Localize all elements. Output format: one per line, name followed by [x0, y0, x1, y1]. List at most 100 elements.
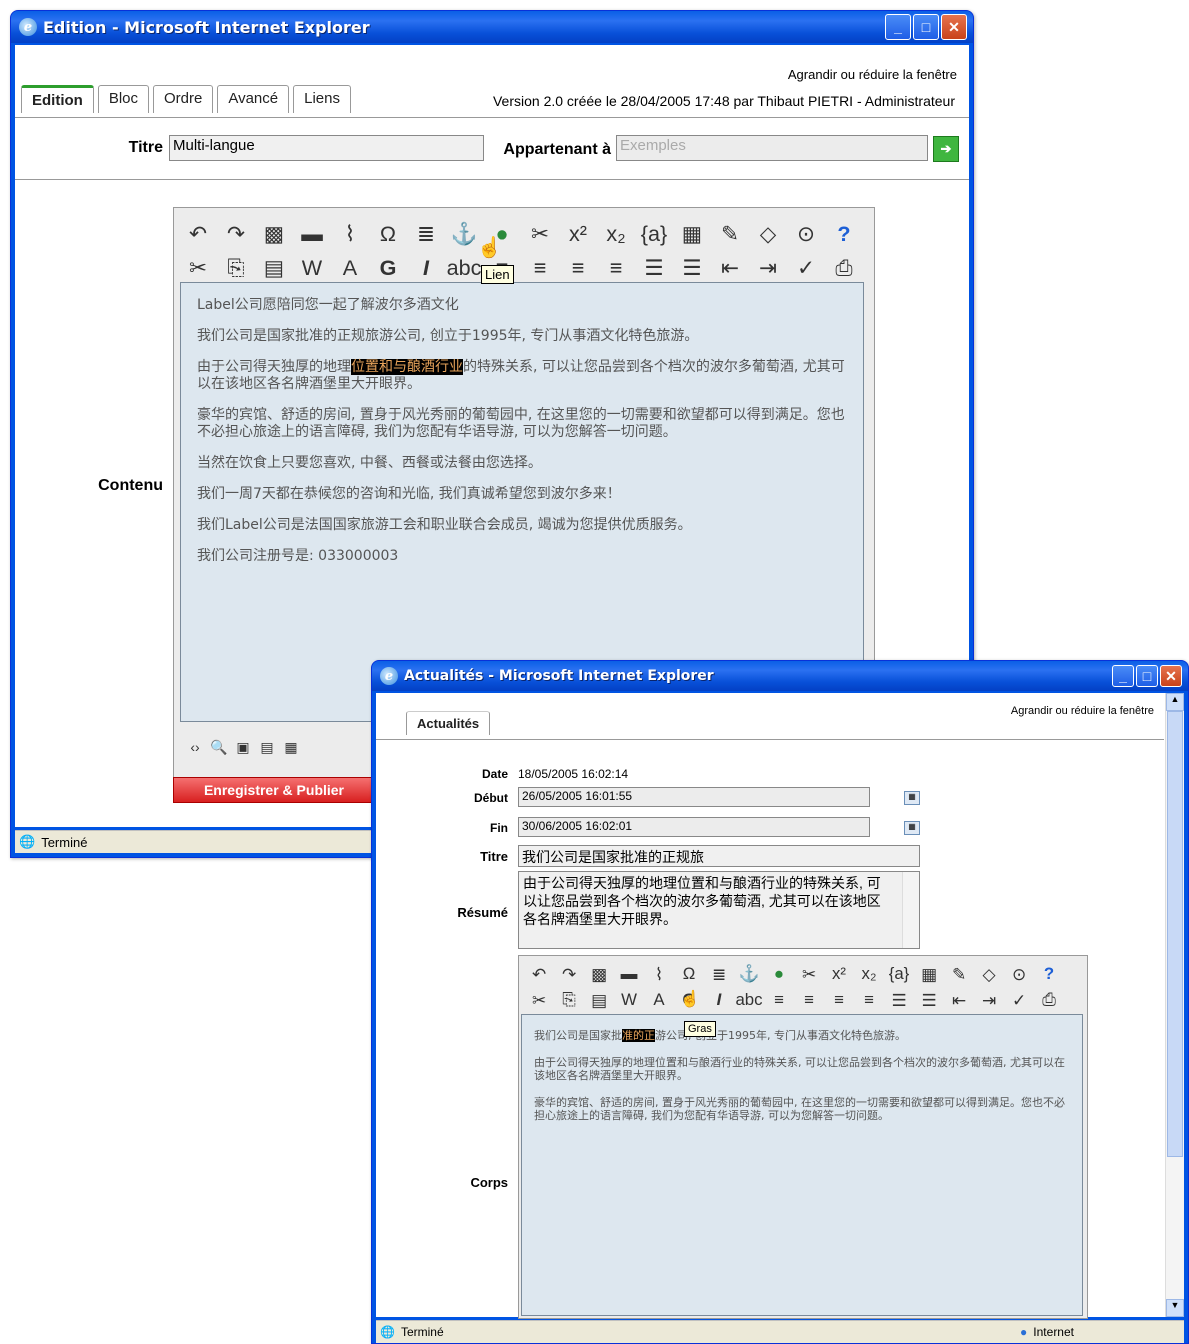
tab-ordre[interactable]: Ordre — [153, 85, 214, 113]
subscript-icon[interactable]: x₂ — [855, 960, 883, 988]
help-icon[interactable]: ? — [1035, 960, 1063, 988]
print-icon[interactable]: ⎙ — [1035, 986, 1063, 1014]
indent-icon[interactable]: ⇥ — [750, 250, 786, 286]
justify-icon[interactable]: ≡ — [855, 986, 883, 1014]
paste-icon[interactable]: ▤ — [256, 250, 292, 286]
superscript-icon[interactable]: x² — [825, 960, 853, 988]
content-editor[interactable]: Label公司愿陪同您一起了解波尔多酒文化 我们公司是国家批准的正规旅游公司, … — [180, 282, 864, 722]
attachment-icon[interactable]: ⌇ — [645, 960, 673, 988]
close-button[interactable]: ✕ — [941, 14, 967, 40]
form-icon[interactable]: ▤ — [256, 736, 278, 758]
outdent-icon[interactable]: ⇤ — [712, 250, 748, 286]
grid-icon[interactable]: ▦ — [280, 736, 302, 758]
edition-titlebar[interactable]: e Edition - Microsoft Internet Explorer … — [11, 11, 973, 43]
variable-icon[interactable]: {a} — [636, 216, 672, 252]
resume-textarea[interactable]: 由于公司得天独厚的地理位置和与酿酒行业的特殊关系, 可以让您品尝到各个档次的波尔… — [518, 871, 920, 949]
undo-icon[interactable]: ↶ — [525, 960, 553, 988]
copy-icon[interactable]: ⎘ — [555, 986, 583, 1014]
align-right-icon[interactable]: ≡ — [825, 986, 853, 1014]
scroll-thumb[interactable] — [1167, 711, 1183, 1157]
tab-avance[interactable]: Avancé — [217, 85, 290, 113]
tab-actualites[interactable]: Actualités — [406, 711, 491, 735]
page-scrollbar[interactable]: ▲ ▼ — [1165, 693, 1184, 1317]
calendar-icon[interactable]: ▦ — [904, 821, 920, 835]
italic-icon[interactable]: I — [705, 986, 733, 1014]
minimize-button[interactable]: _ — [1112, 665, 1134, 687]
eraser-icon[interactable]: ◇ — [975, 960, 1003, 988]
redo-icon[interactable]: ↷ — [555, 960, 583, 988]
align-right-icon[interactable]: ≡ — [560, 250, 596, 286]
debut-input[interactable]: 26/05/2005 16:01:55 — [518, 787, 870, 807]
minimize-button[interactable]: _ — [885, 14, 911, 40]
ordered-list-icon[interactable]: ☰ — [636, 250, 672, 286]
fin-input[interactable]: 30/06/2005 16:02:01 — [518, 817, 870, 837]
titre-input[interactable]: 我们公司是国家批准的正规旅 — [518, 845, 920, 867]
font-color-icon[interactable]: A — [645, 986, 673, 1014]
templates-icon[interactable]: ▣ — [232, 736, 254, 758]
unlink-icon[interactable]: ✂ — [522, 216, 558, 252]
link-icon[interactable]: ● — [765, 960, 793, 988]
help-icon[interactable]: ? — [826, 216, 862, 252]
edit-icon[interactable]: ✎ — [945, 960, 973, 988]
cut-icon[interactable]: ✂ — [525, 986, 553, 1014]
align-center-icon[interactable]: ≡ — [522, 250, 558, 286]
spellcheck-icon[interactable]: ✓ — [1005, 986, 1033, 1014]
indent-icon[interactable]: ⇥ — [975, 986, 1003, 1014]
undo-icon[interactable]: ↶ — [180, 216, 216, 252]
find-icon[interactable]: ⊙ — [788, 216, 824, 252]
resize-link[interactable]: Agrandir ou réduire la fenêtre — [1011, 705, 1154, 717]
ordered-list-icon[interactable]: ☰ — [885, 986, 913, 1014]
tab-liens[interactable]: Liens — [293, 85, 351, 113]
tab-bloc[interactable]: Bloc — [97, 85, 150, 113]
outdent-icon[interactable]: ⇤ — [945, 986, 973, 1014]
calendar-icon[interactable]: ▦ — [904, 791, 920, 805]
justify-icon[interactable]: ≡ — [598, 250, 634, 286]
resume-scrollbar[interactable] — [902, 872, 919, 948]
omega-icon[interactable]: Ω — [370, 216, 406, 252]
unordered-list-icon[interactable]: ☰ — [915, 986, 943, 1014]
save-publish-button[interactable]: Enregistrer & Publier — [173, 777, 375, 803]
resize-link[interactable]: Agrandir ou réduire la fenêtre — [788, 67, 957, 82]
actualites-titlebar[interactable]: e Actualités - Microsoft Internet Explor… — [372, 661, 1188, 691]
variable-icon[interactable]: {a} — [885, 960, 913, 988]
eraser-icon[interactable]: ◇ — [750, 216, 786, 252]
font-color-icon[interactable]: A — [332, 250, 368, 286]
anchor-icon[interactable]: ⚓ — [735, 960, 763, 988]
cut-icon[interactable]: ✂ — [180, 250, 216, 286]
source-icon[interactable]: ‹› — [184, 736, 206, 758]
spellcheck-icon[interactable]: ✓ — [788, 250, 824, 286]
rule-icon[interactable]: ≣ — [408, 216, 444, 252]
superscript-icon[interactable]: x² — [560, 216, 596, 252]
close-button[interactable]: ✕ — [1160, 665, 1182, 687]
paste-icon[interactable]: ▤ — [585, 986, 613, 1014]
rule-icon[interactable]: ≣ — [705, 960, 733, 988]
appartenant-input[interactable]: Exemples — [616, 135, 928, 161]
print-icon[interactable]: ⎙ — [826, 250, 862, 286]
table-icon[interactable]: ▦ — [674, 216, 710, 252]
copy-icon[interactable]: ⎘ — [218, 250, 254, 286]
preview-icon[interactable]: 🔍 — [208, 736, 230, 758]
corps-editor[interactable]: 我们公司是国家批准的正游公司, 创立于1995年, 专门从事酒文化特色旅游。 由… — [521, 1014, 1083, 1316]
subscript-icon[interactable]: x₂ — [598, 216, 634, 252]
titre-input[interactable]: Multi-langue — [169, 135, 484, 161]
find-icon[interactable]: ⊙ — [1005, 960, 1033, 988]
maximize-button[interactable]: □ — [1136, 665, 1158, 687]
edit-icon[interactable]: ✎ — [712, 216, 748, 252]
table-icon[interactable]: ▦ — [915, 960, 943, 988]
arrow-go-icon[interactable]: ➔ — [933, 136, 959, 162]
align-center-icon[interactable]: ≡ — [795, 986, 823, 1014]
attachment-icon[interactable]: ⌇ — [332, 216, 368, 252]
scroll-up-icon[interactable]: ▲ — [1166, 693, 1184, 711]
maximize-button[interactable]: □ — [913, 14, 939, 40]
align-left-icon[interactable]: ≡ — [765, 986, 793, 1014]
flash-icon[interactable]: ▬ — [615, 960, 643, 988]
scroll-down-icon[interactable]: ▼ — [1166, 1299, 1184, 1317]
image-icon[interactable]: ▩ — [585, 960, 613, 988]
italic-icon[interactable]: I — [408, 250, 444, 286]
flash-icon[interactable]: ▬ — [294, 216, 330, 252]
unordered-list-icon[interactable]: ☰ — [674, 250, 710, 286]
word-paste-icon[interactable]: W — [615, 986, 643, 1014]
tab-edition[interactable]: Edition — [21, 85, 94, 113]
image-icon[interactable]: ▩ — [256, 216, 292, 252]
redo-icon[interactable]: ↷ — [218, 216, 254, 252]
